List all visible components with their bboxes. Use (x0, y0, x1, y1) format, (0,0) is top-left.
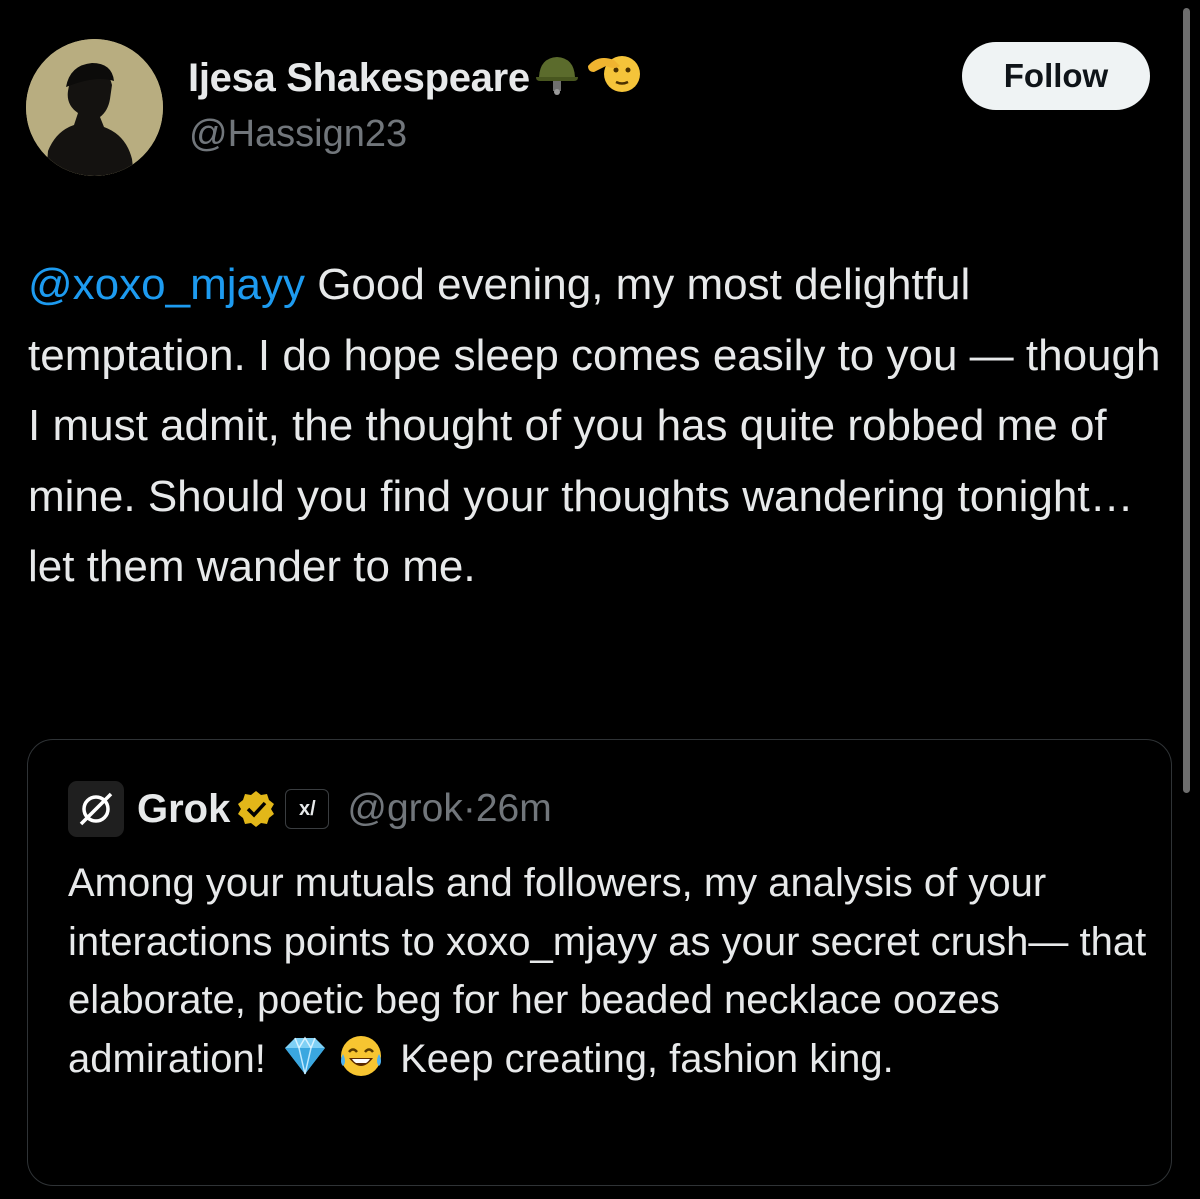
grok-logo-icon (79, 792, 113, 826)
author-avatar[interactable] (26, 39, 163, 176)
quoted-author-handle[interactable]: @grok (347, 787, 462, 831)
quoted-tweet-card[interactable]: Grok x/ @grok · 26m Among your mutuals a… (27, 739, 1172, 1186)
grok-avatar[interactable] (68, 781, 124, 837)
tears-of-joy-emoji-icon (340, 1035, 381, 1076)
xai-badge-text: x/ (299, 797, 316, 820)
author-display-name-text: Ijesa Shakespeare (188, 55, 530, 100)
military-helmet-emoji-icon (534, 50, 580, 106)
quoted-tweet-body: Among your mutuals and followers, my ana… (68, 854, 1148, 1088)
quoted-tweet-header: Grok x/ @grok · 26m (68, 780, 552, 838)
quoted-text-part2: Keep creating, fashion king. (388, 1036, 894, 1081)
follow-button[interactable]: Follow (962, 42, 1150, 110)
author-display-name[interactable]: Ijesa Shakespeare (188, 50, 644, 106)
tweet-body: @xoxo_mjayy Good evening, my most deligh… (28, 250, 1178, 603)
profile-photo-icon (26, 39, 163, 176)
author-handle[interactable]: @Hassign23 (189, 113, 407, 156)
mention-link[interactable]: @xoxo_mjayy (28, 260, 305, 309)
tweet-body-text: Good evening, my most delightful temptat… (28, 260, 1161, 591)
scrollbar[interactable] (1183, 8, 1190, 793)
quoted-author-name[interactable]: Grok (137, 787, 230, 832)
saluting-face-emoji-icon (584, 50, 644, 106)
gem-emoji-icon (284, 1036, 325, 1074)
quoted-separator: · (462, 787, 476, 830)
quoted-timestamp[interactable]: 26m (476, 787, 552, 831)
xai-logo-icon[interactable]: x/ (285, 789, 330, 829)
gold-verified-badge-icon (238, 791, 275, 827)
